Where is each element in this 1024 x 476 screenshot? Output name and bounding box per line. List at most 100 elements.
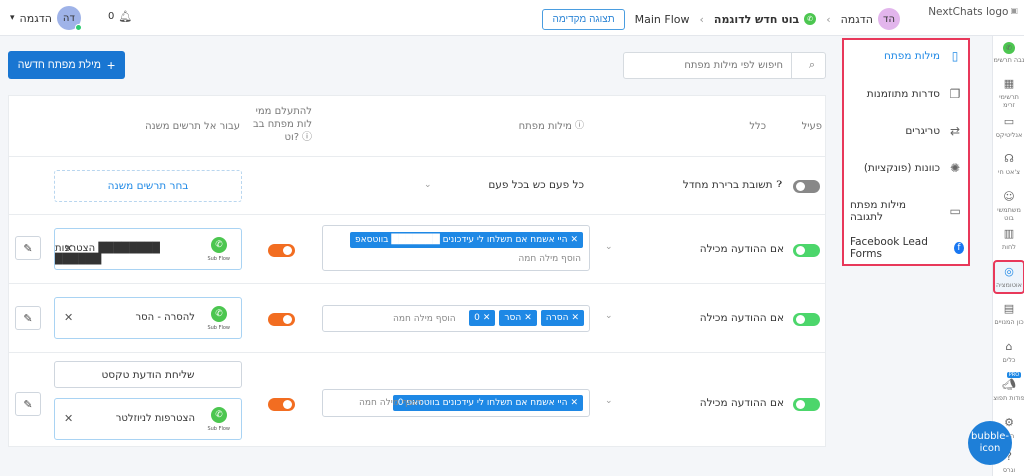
chevron-down-icon[interactable]: ⌄ (605, 311, 613, 321)
keyword-chips: 0 ✕ הסר ✕ הסרה ✕ (469, 310, 584, 326)
logo[interactable]: NextChats logo ▣ (928, 6, 1018, 18)
subflow-card[interactable]: ✕ הצטרפות ████████ ██████ ✆ Sub Flow (54, 228, 242, 270)
add-keyword-field[interactable]: הוסף מילה חמה (393, 314, 456, 324)
flow-name[interactable]: Main Flow (635, 13, 690, 26)
robot-icon: ◎ (1004, 265, 1014, 278)
rail-item-live-chat[interactable]: ☊ צ'אט חי (993, 152, 1024, 176)
chat-bubble-button[interactable]: bubble-icon (968, 421, 1012, 465)
whatsapp-icon: ✆ (804, 13, 817, 25)
keywords-input[interactable]: היי אשמח אם תשלחו לי עידכונים בווטסאפ 0 ✕… (322, 389, 590, 417)
subflow-icon: ✆ (211, 306, 227, 322)
rail-item-subscribers[interactable]: ▤ כון המנויים (993, 302, 1024, 326)
info-icon: ⓘ (302, 132, 312, 143)
keywords-input[interactable]: 0 ✕ הסר ✕ הסרה ✕ הוסף מילה חמה (322, 305, 590, 332)
logo-text: NextChats logo (928, 6, 1009, 18)
close-icon[interactable]: ✕ (64, 311, 73, 324)
edit-button[interactable]: ✎ (15, 236, 41, 260)
facebook-icon: f (953, 242, 964, 254)
keyword-chip: היי אשמח אם תשלחו לי עידכונים ███████ בו… (350, 232, 583, 248)
header-active: פעיל (801, 121, 822, 132)
header-go-to-subflow: עבור אל תרשים משנה (145, 121, 240, 132)
store-icon: ⌂ (1005, 340, 1013, 353)
close-icon[interactable]: ✕ (571, 313, 579, 323)
bot-name-item[interactable]: בוט חדש לדוגמה ✆ (713, 12, 817, 26)
divider (8, 214, 826, 215)
default-toggle[interactable] (793, 180, 820, 193)
row-rule: אם ההודעה מכילה (699, 397, 784, 409)
user-name: הדגמה (19, 11, 52, 25)
whatsapp-icon: ✆ (1003, 42, 1015, 54)
ignore-toggle[interactable] (268, 244, 295, 257)
close-icon[interactable]: ✕ (524, 313, 532, 323)
broken-image-icon: ▣ (1010, 6, 1018, 15)
submenu-item-intents[interactable]: כוונות (פונקציות) ✺ (850, 161, 962, 175)
submenu-item-facebook-lead-forms[interactable]: Facebook Lead Forms f (850, 236, 964, 260)
header-keywords: מילות מפתח ⓘ (518, 121, 584, 132)
new-keyword-button[interactable]: מילת מפתח חדשה + (8, 51, 125, 79)
divider (8, 352, 826, 353)
help-icon: ❓︎ (776, 180, 782, 190)
chevron-down-icon[interactable]: ⌄ (605, 396, 613, 406)
preview-button[interactable]: תצוגה מקדימה (542, 8, 625, 30)
info-icon: ⓘ (574, 121, 584, 131)
main-nav-rail: ✆ נבה תרשימ ▦ תרשימי זרימ ▭ אנליטיקס ☊ צ… (992, 36, 1024, 476)
search-icon[interactable]: ⌕ (809, 58, 815, 72)
close-icon[interactable]: ✕ (570, 398, 578, 408)
rail-item-analytics[interactable]: ▭ אנליטיקס (993, 115, 1024, 139)
megaphone-icon: 📣︎ (1002, 378, 1016, 391)
search-input[interactable] (624, 53, 792, 78)
subflow-name: להסרה - הסר (135, 312, 195, 323)
header-ignore: להתעלם ממי לות מפתח בב וט? ⓘ (252, 106, 312, 143)
divider (8, 283, 826, 284)
subflow-tag: Sub Flow (207, 426, 230, 432)
edit-button[interactable]: ✎ (15, 392, 41, 416)
close-icon[interactable]: ✕ (64, 412, 73, 425)
add-keyword-field[interactable]: הוסף מילה חמה (359, 398, 422, 408)
pencil-icon: ✎ (23, 241, 33, 255)
subflow-card[interactable]: ✕ הצטרפות לניוזלטר ✆ Sub Flow (54, 398, 242, 440)
submenu-item-comment-keywords[interactable]: מילות מפתח לתגובה ▭ (850, 199, 962, 223)
rail-item-automation[interactable]: ◎ אוטומציה (993, 260, 1024, 294)
rail-item-tools[interactable]: ⌂ כלים (993, 340, 1024, 364)
submenu-item-triggers[interactable]: טריגרים ⇄ (850, 124, 962, 138)
user-menu[interactable]: ▾ הדגמה דה (10, 6, 82, 31)
workspace-item[interactable]: הדגמה הד (841, 8, 900, 30)
edit-button[interactable]: ✎ (15, 306, 41, 330)
row-toggle[interactable] (793, 244, 820, 257)
keywords-input[interactable]: היי אשמח אם תשלחו לי עידכונים ███████ בו… (322, 225, 590, 271)
grid-icon: ▦ (1003, 77, 1015, 90)
rail-item-flows[interactable]: ▦ תרשימי זרימ (993, 77, 1024, 109)
add-keyword-field[interactable]: הוסף מילה חמה (518, 254, 581, 264)
rail-item-broadcasts[interactable]: PRO 📣︎ פודות תפוצ (993, 370, 1024, 402)
subflow-tag: Sub Flow (207, 325, 230, 331)
choose-subflow-button[interactable]: בחר תרשים משנה (54, 170, 242, 202)
subflow-card[interactable]: ✕ להסרה - הסר ✆ Sub Flow (54, 297, 242, 339)
chevron-down-icon: ▾ (10, 13, 15, 23)
submenu-item-keywords[interactable]: מילות מפתח ▯ (850, 49, 962, 63)
bell-icon: 🔔︎ (118, 10, 133, 23)
ignore-toggle[interactable] (268, 313, 295, 326)
rail-item-bot-users[interactable]: ☺ משתמשי בוט (993, 190, 1024, 222)
rail-item-flows-builder[interactable]: ✆ נבה תרשימ (993, 42, 1024, 64)
notifications[interactable]: 0 🔔︎ (108, 10, 132, 23)
close-icon[interactable]: ✕ (570, 235, 578, 245)
close-icon[interactable]: ✕ (483, 313, 491, 323)
bot-name: בוט חדש לדוגמה (713, 12, 800, 26)
submenu-item-sequences[interactable]: סדרות מתוזמנות ❐ (850, 87, 962, 101)
openai-icon: ✺ (949, 161, 961, 175)
row-rule: אם ההודעה מכילה (699, 243, 784, 255)
rail-item-tables[interactable]: ▥ לחות (993, 227, 1024, 251)
row-toggle[interactable] (793, 313, 820, 326)
chart-icon: ▭ (1003, 115, 1015, 128)
send-text-action[interactable]: שליחת הודעת טקסט (54, 361, 242, 388)
divider (8, 156, 826, 157)
ignore-toggle[interactable] (268, 398, 295, 411)
user-icon: ☺ (1003, 190, 1015, 203)
automation-submenu: מילות מפתח ▯ סדרות מתוזמנות ❐ טריגרים ⇄ … (842, 38, 970, 266)
row-toggle[interactable] (793, 398, 820, 411)
subflow-tag: Sub Flow (207, 256, 230, 262)
breadcrumb: תצוגה מקדימה Main Flow ‹ בוט חדש לדוגמה … (542, 8, 900, 30)
book-icon: ▥ (1003, 227, 1015, 240)
chevron-down-icon[interactable]: ⌄ (605, 242, 613, 252)
frequency-select[interactable]: ⌄ כל פעם כש בכל פעם (424, 179, 584, 191)
